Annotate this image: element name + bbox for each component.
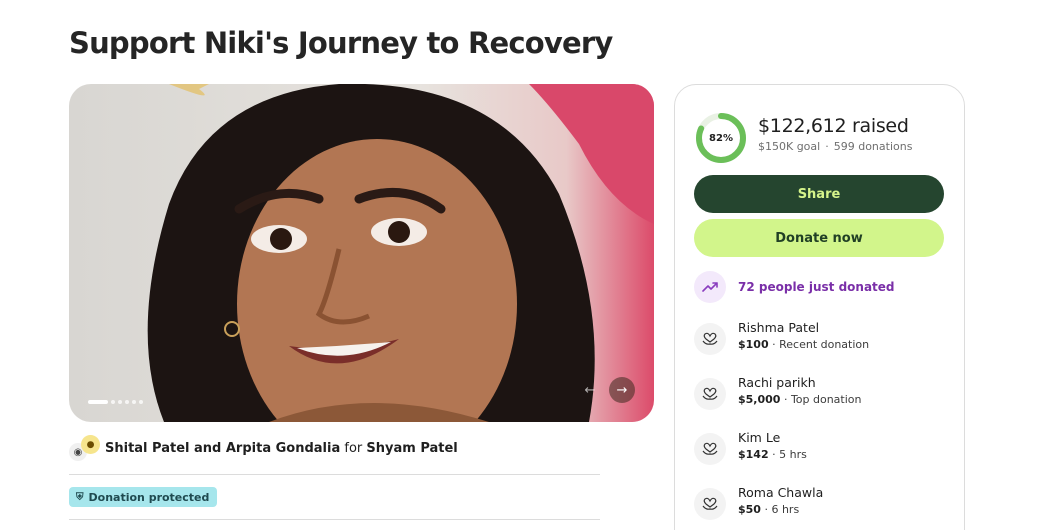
donor-item: Rishma Patel $100 · Recent donation [694, 319, 869, 355]
trending-up-icon [694, 271, 726, 303]
donor-name: Rishma Patel [738, 320, 820, 335]
slide-dot[interactable] [118, 400, 122, 404]
organizer-line: ◉ ● Shital Patel and Arpita Gondalia for… [69, 435, 458, 461]
slide-dot[interactable] [111, 400, 115, 404]
for-word: for [344, 440, 363, 456]
donor-note: · Recent donation [768, 338, 870, 351]
heart-hand-icon [694, 323, 726, 355]
donate-now-button[interactable]: Donate now [694, 219, 944, 257]
heart-hand-icon [694, 488, 726, 520]
slide-dot[interactable] [139, 400, 143, 404]
next-slide-button[interactable]: → [609, 377, 635, 403]
donor-name: Rachi parikh [738, 375, 816, 390]
progress-percent: 82% [709, 132, 733, 144]
campaign-photo [147, 84, 654, 422]
donation-protected-badge[interactable]: ⛨ Donation protected [69, 487, 218, 507]
donor-item: Kim Le $142 · 5 hrs [694, 429, 807, 465]
organizer-names[interactable]: Shital Patel and Arpita Gondalia [105, 441, 340, 456]
slide-dot[interactable] [132, 400, 136, 404]
recent-donations-trend: 72 people just donated [694, 271, 895, 303]
separator: · [825, 140, 829, 153]
team-icon: ● [81, 435, 100, 454]
trend-text: 72 people just donated [738, 280, 895, 294]
donor-amount: $142 [738, 448, 769, 461]
goal-line: $150K goal · 599 donations [758, 140, 912, 153]
previous-slide-button[interactable]: ← [577, 377, 603, 403]
arrow-left-icon: ← [584, 382, 596, 398]
heart-hand-icon [694, 378, 726, 410]
goal-amount: $150K goal [758, 140, 821, 153]
donor-amount: $5,000 [738, 393, 781, 406]
slide-dot[interactable] [88, 400, 108, 404]
organizer-text: Shital Patel and Arpita Gondalia for Shy… [105, 441, 458, 456]
donor-name: Kim Le [738, 430, 781, 445]
arrow-right-icon: → [616, 382, 628, 398]
heart-hand-icon [694, 433, 726, 465]
divider [69, 519, 600, 520]
shield-icon: ⛨ [76, 491, 84, 503]
page-title: Support Niki's Journey to Recovery [69, 26, 613, 60]
donor-note: · 6 hrs [760, 503, 800, 516]
donor-note: · 5 hrs [768, 448, 807, 461]
organizer-avatars: ◉ ● [69, 435, 105, 461]
campaign-photo-gallery[interactable]: ← → [69, 84, 654, 422]
donor-item: Roma Chawla $50 · 6 hrs [694, 484, 823, 520]
donor-amount: $50 [738, 503, 761, 516]
donation-sidebar-card: 82% $122,612 raised $150K goal · 599 donat… [674, 84, 965, 530]
donor-amount: $100 [738, 338, 769, 351]
donor-note: · Top donation [780, 393, 862, 406]
donation-protected-label: Donation protected [88, 490, 210, 504]
donor-item: Rachi parikh $5,000 · Top donation [694, 374, 862, 410]
beneficiary-name[interactable]: Shyam Patel [366, 441, 457, 456]
slide-dot[interactable] [125, 400, 129, 404]
donor-name: Roma Chawla [738, 485, 824, 500]
amount-raised: $122,612 raised [758, 115, 909, 137]
donation-count: 599 donations [833, 140, 913, 153]
divider [69, 474, 600, 475]
share-button[interactable]: Share [694, 175, 944, 213]
slide-indicator[interactable] [88, 400, 143, 404]
